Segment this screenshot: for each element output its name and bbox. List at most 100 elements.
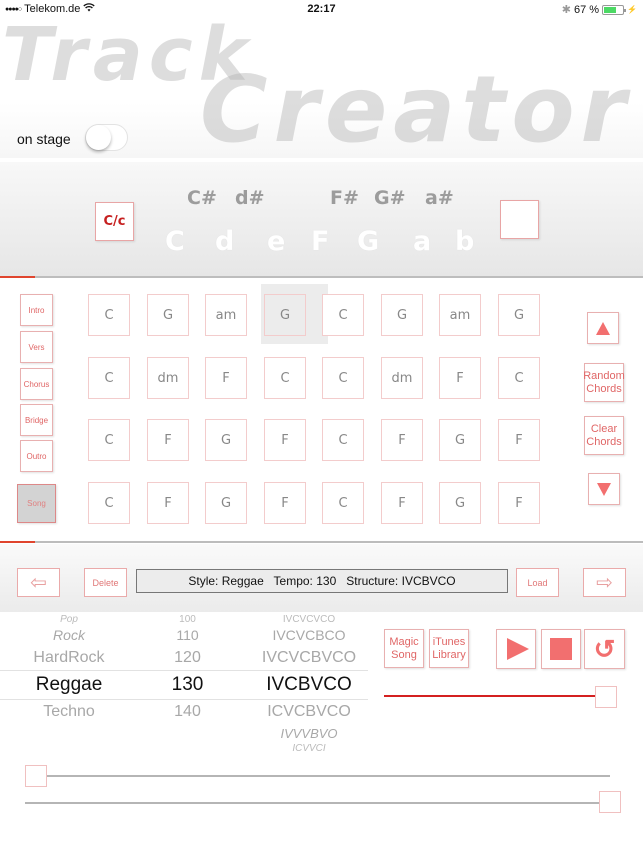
picker-selected-option[interactable]: IVCBVCO (250, 674, 368, 696)
magic-song-button[interactable]: Magic Song (384, 629, 424, 668)
part-chorus-button[interactable]: Chorus (20, 368, 53, 400)
chord-cell[interactable]: G (205, 419, 247, 461)
delete-button[interactable]: Delete (84, 568, 127, 597)
style-picker-column[interactable]: Pop Rock HardRock Reggae Techno (0, 612, 138, 760)
picker-option[interactable]: 120 (150, 649, 225, 667)
volume-slider-thumb[interactable] (595, 686, 617, 708)
chord-cell[interactable]: C (88, 482, 130, 524)
volume-slider-track[interactable] (384, 695, 606, 697)
part-outro-button[interactable]: Outro (20, 440, 53, 472)
chord-cell[interactable]: C (88, 357, 130, 399)
key-display-box[interactable] (500, 200, 539, 239)
part-bridge-button[interactable]: Bridge (20, 404, 53, 436)
key-natural[interactable]: G (357, 226, 379, 257)
load-button[interactable]: Load (516, 568, 559, 597)
key-sharp[interactable]: d# (235, 187, 265, 209)
key-sharp[interactable]: a# (425, 187, 454, 209)
chord-cell[interactable]: G (439, 419, 481, 461)
key-natural[interactable]: e (267, 226, 285, 257)
chord-cell[interactable]: C (322, 419, 364, 461)
random-chords-button[interactable]: Random Chords (583, 363, 625, 402)
chord-cell[interactable]: F (147, 419, 189, 461)
key-progress-fill (0, 276, 36, 278)
tempo-picker-column[interactable]: 100 110 120 130 140 (150, 612, 225, 760)
down-arrow-icon (597, 482, 611, 496)
chord-cell[interactable]: F (498, 482, 540, 524)
repeat-icon: ↺ (593, 633, 616, 664)
chord-cell[interactable]: dm (147, 357, 189, 399)
key-natural[interactable]: b (455, 226, 474, 257)
picker-option[interactable]: Pop (0, 614, 138, 625)
move-down-button[interactable] (588, 473, 620, 505)
picker-selected-option[interactable]: 130 (150, 674, 225, 696)
repeat-button[interactable]: ↺ (584, 629, 625, 669)
chord-cell[interactable]: F (147, 482, 189, 524)
chord-cell[interactable]: G (439, 482, 481, 524)
slider-2-track[interactable] (25, 802, 610, 804)
previous-song-button[interactable]: ⇦ (17, 568, 60, 597)
picker-option[interactable]: IVCVCBVCO (250, 649, 368, 667)
key-natural[interactable]: d (215, 226, 234, 257)
chord-cell[interactable]: G (381, 294, 423, 336)
chord-cell[interactable]: F (381, 482, 423, 524)
part-intro-button[interactable]: Intro (20, 294, 53, 326)
chord-cell[interactable]: C (322, 294, 364, 336)
play-button[interactable] (496, 629, 536, 669)
chord-cell[interactable]: C (88, 419, 130, 461)
picker-option[interactable]: Rock (0, 627, 138, 643)
chord-cell[interactable]: G (147, 294, 189, 336)
chord-cell-selected[interactable]: G (264, 294, 306, 336)
picker-option[interactable]: HardRock (0, 649, 138, 667)
picker-option[interactable]: 140 (150, 703, 225, 721)
key-selector: C/c C# d# F# G# a# C d e F G a b (0, 162, 643, 277)
chord-cell[interactable]: C (322, 482, 364, 524)
style-tempo-structure-picker[interactable]: Pop Rock HardRock Reggae Techno 100 110 … (0, 612, 370, 760)
chord-cell[interactable]: F (439, 357, 481, 399)
key-natural[interactable]: a (413, 226, 431, 257)
chord-cell[interactable]: F (264, 419, 306, 461)
picker-option[interactable]: IVVVBVO (250, 726, 368, 741)
itunes-library-button[interactable]: iTunes Library (429, 629, 469, 668)
key-natural[interactable]: C (165, 226, 185, 257)
chord-cell[interactable]: dm (381, 357, 423, 399)
structure-picker-column[interactable]: IVCVCVCO IVCVCBCO IVCVCBVCO IVCBVCO ICVC… (250, 612, 368, 760)
next-song-button[interactable]: ⇨ (583, 568, 626, 597)
on-stage-label: on stage (17, 131, 71, 147)
move-up-button[interactable] (587, 312, 619, 344)
chord-cell[interactable]: am (205, 294, 247, 336)
picker-option[interactable]: ICVCBVCO (250, 703, 368, 721)
slider-1-thumb[interactable] (25, 765, 47, 787)
chord-cell[interactable]: G (205, 482, 247, 524)
chord-cell[interactable]: F (381, 419, 423, 461)
chord-cell[interactable]: F (205, 357, 247, 399)
picker-selected-option[interactable]: Reggae (0, 674, 138, 696)
picker-option[interactable]: 100 (150, 614, 225, 625)
picker-option[interactable]: ICVVCI (250, 743, 368, 754)
picker-option[interactable]: 110 (150, 627, 225, 643)
part-vers-button[interactable]: Vers (20, 331, 53, 363)
slider-2-thumb[interactable] (599, 791, 621, 813)
key-sharp[interactable]: G# (374, 187, 406, 209)
chord-grid-area: Intro Vers Chorus Bridge Outro Song C Gam… (0, 279, 643, 541)
chord-cell[interactable]: F (264, 482, 306, 524)
chord-cell[interactable]: G (498, 294, 540, 336)
chord-cell[interactable]: C (498, 357, 540, 399)
picker-option[interactable]: IVCVCVCO (250, 614, 368, 625)
picker-option[interactable]: Techno (0, 703, 138, 721)
picker-option[interactable]: IVCVCBCO (250, 627, 368, 643)
chord-cell[interactable]: C (264, 357, 306, 399)
clear-chords-button[interactable]: Clear Chords (584, 416, 624, 455)
chord-cell[interactable]: C (322, 357, 364, 399)
major-minor-toggle-button[interactable]: C/c (95, 202, 134, 241)
stop-button[interactable] (541, 629, 581, 669)
bluetooth-icon: ✱ (561, 4, 571, 16)
chord-cell[interactable]: C (88, 294, 130, 336)
key-sharp[interactable]: C# (187, 187, 217, 209)
key-natural[interactable]: F (311, 226, 329, 257)
on-stage-toggle[interactable] (85, 124, 128, 151)
song-button[interactable]: Song (17, 484, 56, 523)
chord-cell[interactable]: am (439, 294, 481, 336)
chord-cell[interactable]: F (498, 419, 540, 461)
slider-1-track[interactable] (25, 775, 610, 777)
key-sharp[interactable]: F# (330, 187, 359, 209)
